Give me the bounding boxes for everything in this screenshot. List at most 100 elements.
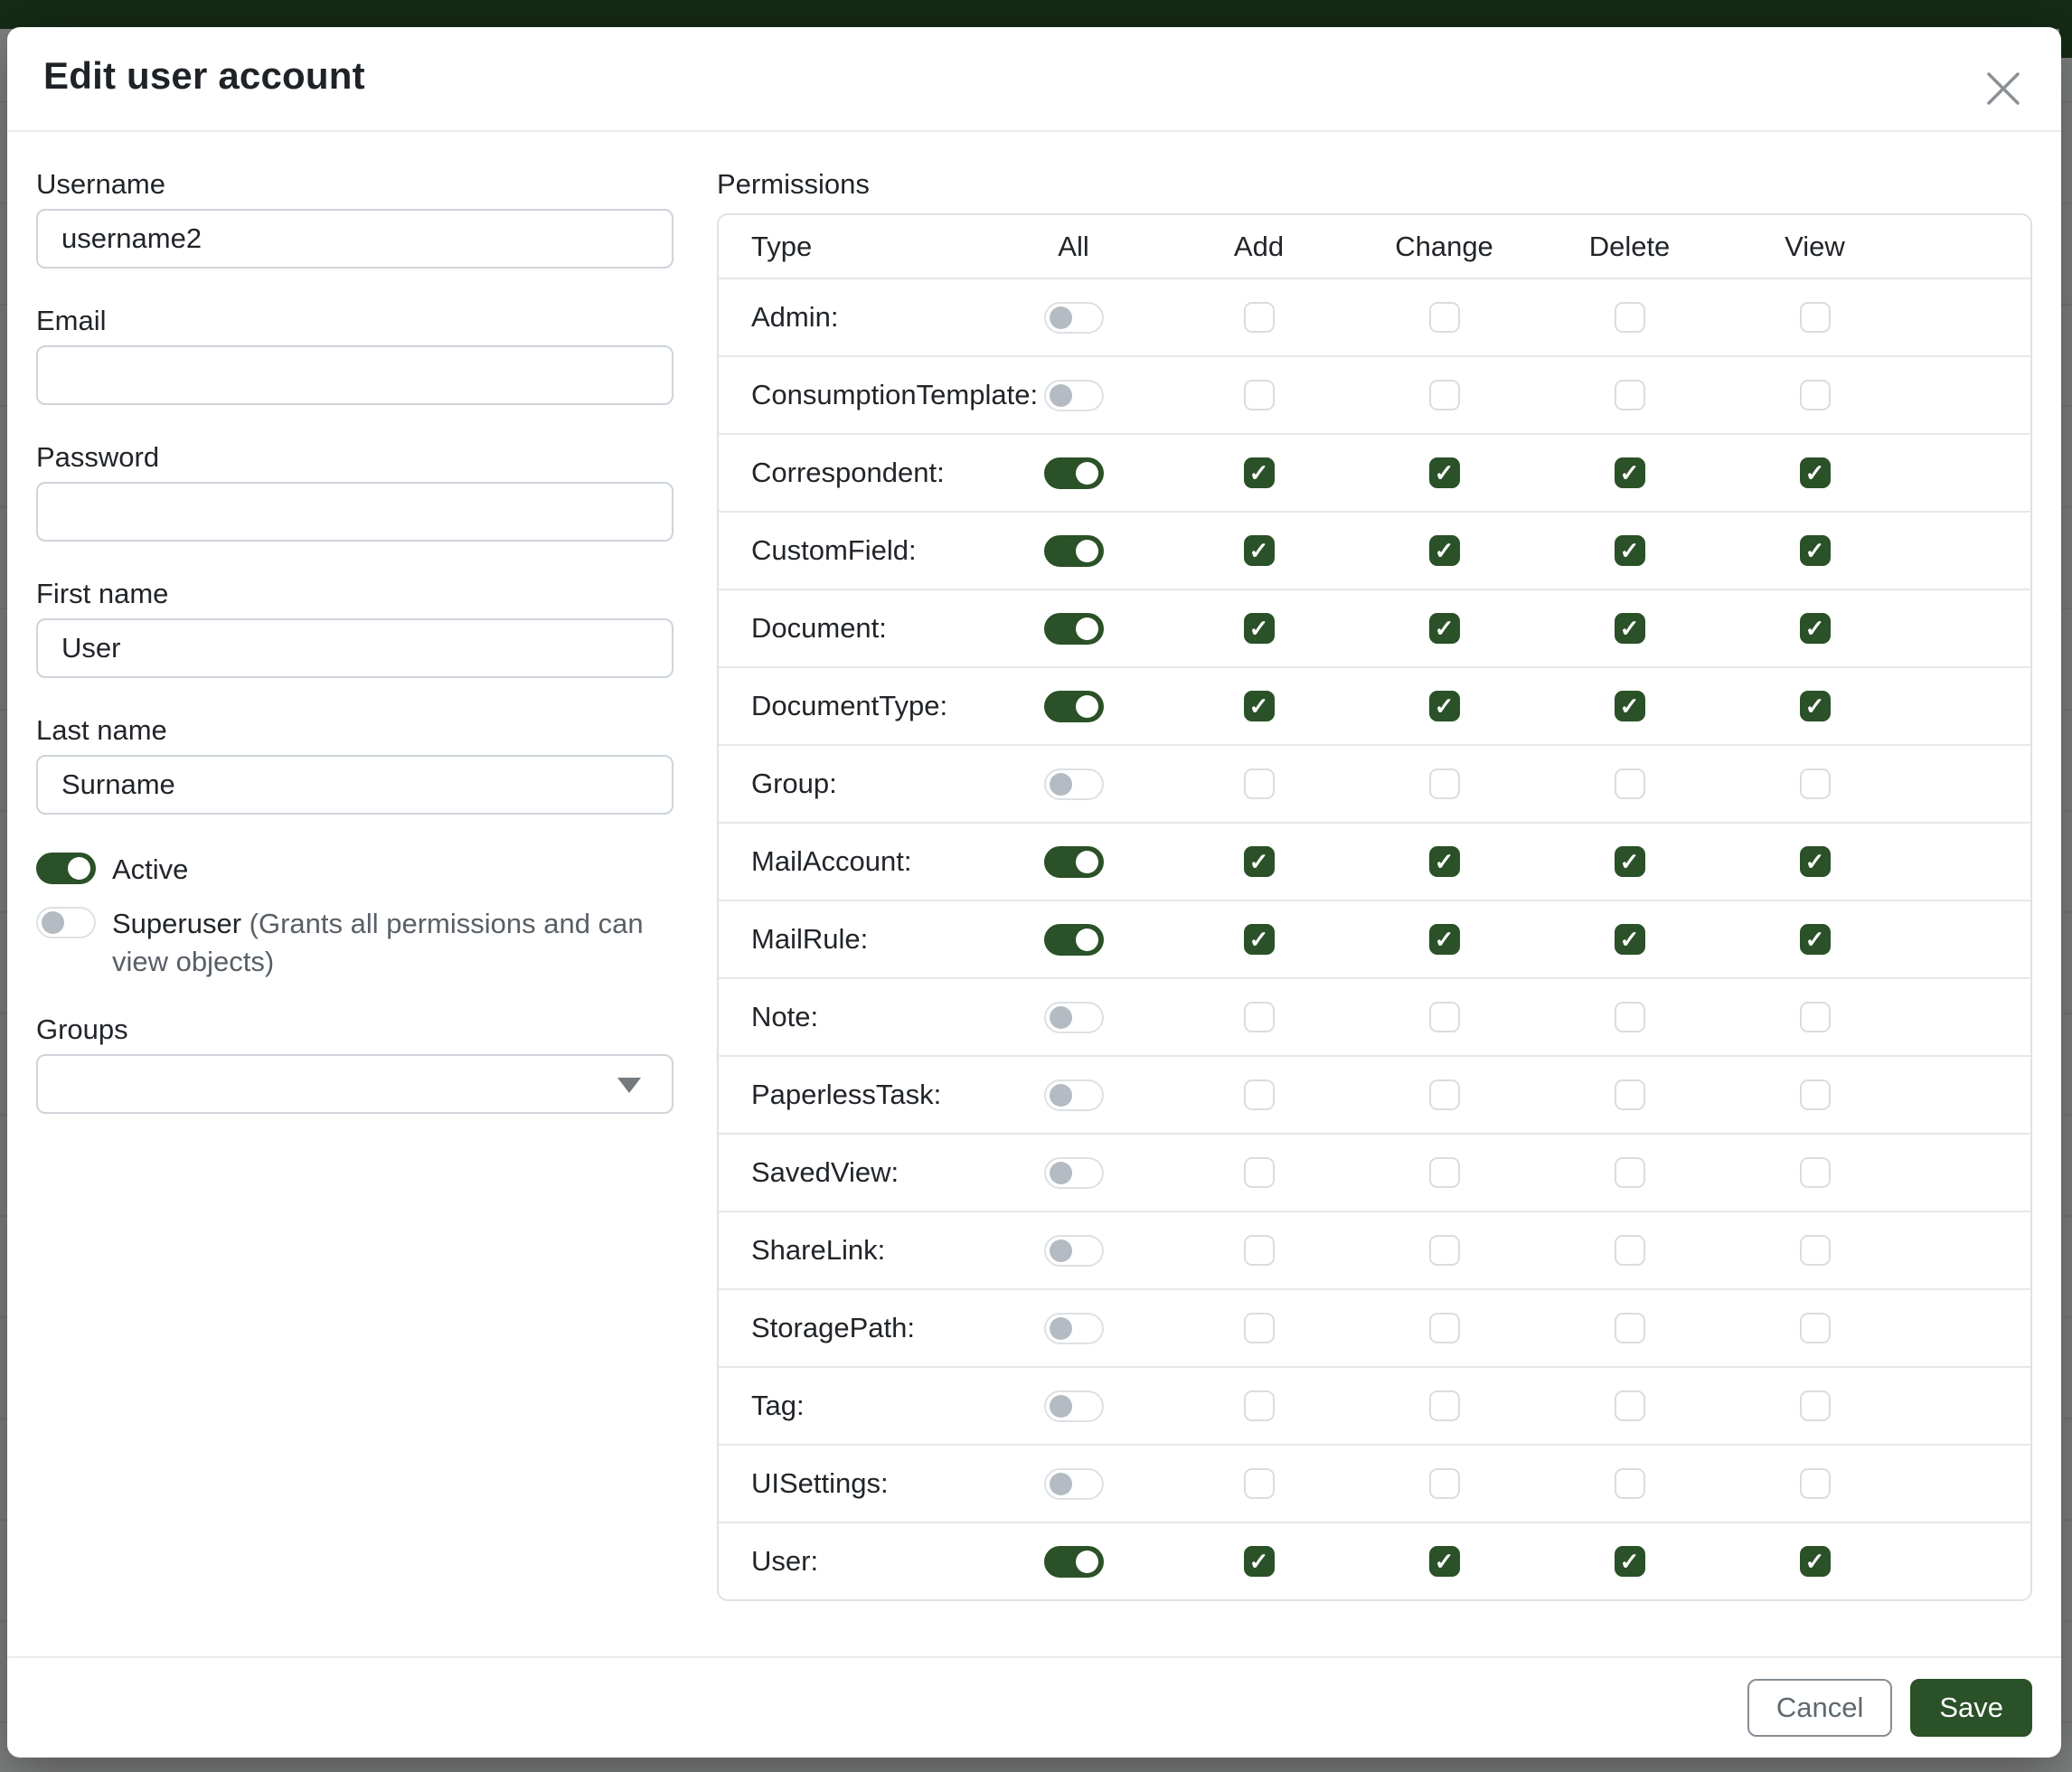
permission-delete-checkbox[interactable] [1615,1157,1645,1188]
permission-view-checkbox[interactable] [1800,1546,1831,1577]
permission-view-checkbox[interactable] [1800,302,1831,333]
close-button[interactable] [1982,67,2025,110]
permission-delete-checkbox[interactable] [1615,1079,1645,1110]
permission-view-checkbox[interactable] [1800,613,1831,644]
permission-delete-checkbox[interactable] [1615,768,1645,799]
last-name-field[interactable] [36,755,673,815]
username-input[interactable] [36,209,673,269]
superuser-toggle[interactable] [36,907,96,938]
permission-change-checkbox[interactable] [1429,1468,1460,1499]
permission-add-checkbox[interactable] [1244,1235,1275,1266]
permission-add-checkbox[interactable] [1244,768,1275,799]
permissions-rows: Admin:ConsumptionTemplate:Correspondent:… [719,278,2030,1599]
permission-delete-checkbox[interactable] [1615,535,1645,566]
permission-all-toggle[interactable] [1044,380,1104,411]
permission-delete-checkbox[interactable] [1615,302,1645,333]
permission-change-checkbox[interactable] [1429,302,1460,333]
permission-add-checkbox[interactable] [1244,924,1275,955]
permission-delete-checkbox[interactable] [1615,1235,1645,1266]
permission-all-toggle[interactable] [1044,1313,1104,1344]
permission-change-checkbox[interactable] [1429,768,1460,799]
permission-add-checkbox[interactable] [1244,380,1275,410]
cancel-button[interactable]: Cancel [1747,1679,1893,1737]
permission-change-checkbox[interactable] [1429,1079,1460,1110]
permission-delete-checkbox[interactable] [1615,924,1645,955]
permission-all-toggle[interactable] [1044,457,1104,489]
permission-all-toggle[interactable] [1044,1157,1104,1189]
permission-change-checkbox[interactable] [1429,1546,1460,1577]
permission-view-checkbox[interactable] [1800,1390,1831,1421]
permission-add-checkbox[interactable] [1244,1002,1275,1032]
password-field[interactable] [36,482,673,542]
permission-delete-checkbox[interactable] [1615,1002,1645,1032]
permission-change-checkbox[interactable] [1429,691,1460,721]
permission-delete-checkbox[interactable] [1615,1390,1645,1421]
permission-change-checkbox[interactable] [1429,1002,1460,1032]
active-toggle[interactable] [36,853,96,884]
permission-add-checkbox[interactable] [1244,846,1275,877]
permission-add-checkbox[interactable] [1244,1079,1275,1110]
permission-view-checkbox[interactable] [1800,1002,1831,1032]
permission-delete-checkbox[interactable] [1615,457,1645,488]
permission-add-checkbox[interactable] [1244,535,1275,566]
permission-delete-checkbox[interactable] [1615,846,1645,877]
permission-all-toggle[interactable] [1044,613,1104,645]
permission-all-toggle[interactable] [1044,1468,1104,1500]
permission-view-checkbox[interactable] [1800,457,1831,488]
permission-delete-checkbox[interactable] [1615,1313,1645,1343]
permission-delete-checkbox[interactable] [1615,1546,1645,1577]
permission-change-checkbox[interactable] [1429,457,1460,488]
groups-select[interactable] [36,1054,673,1114]
permission-view-checkbox[interactable] [1800,1235,1831,1266]
permission-view-checkbox[interactable] [1800,691,1831,721]
permission-change-checkbox[interactable] [1429,535,1460,566]
permission-change-checkbox[interactable] [1429,613,1460,644]
permission-add-checkbox[interactable] [1244,1313,1275,1343]
permission-all-toggle[interactable] [1044,768,1104,800]
permission-delete-checkbox[interactable] [1615,691,1645,721]
permission-all-toggle[interactable] [1044,1235,1104,1267]
permission-add-checkbox[interactable] [1244,613,1275,644]
permission-type-label: Correspondent: [719,457,981,489]
permission-all-toggle[interactable] [1044,1002,1104,1033]
permission-delete-checkbox[interactable] [1615,380,1645,410]
permission-type-label: Group: [719,768,981,800]
permission-all-toggle[interactable] [1044,924,1104,956]
permission-add-checkbox[interactable] [1244,691,1275,721]
permission-add-checkbox[interactable] [1244,1546,1275,1577]
permission-change-checkbox[interactable] [1429,380,1460,410]
permission-change-checkbox[interactable] [1429,1313,1460,1343]
permission-all-toggle[interactable] [1044,302,1104,334]
permission-view-checkbox[interactable] [1800,846,1831,877]
permission-delete-checkbox[interactable] [1615,1468,1645,1499]
permission-view-checkbox[interactable] [1800,768,1831,799]
permission-all-toggle[interactable] [1044,1079,1104,1111]
permission-view-checkbox[interactable] [1800,1468,1831,1499]
permission-all-toggle[interactable] [1044,1546,1104,1578]
permission-view-checkbox[interactable] [1800,1079,1831,1110]
permission-change-checkbox[interactable] [1429,1390,1460,1421]
last-name-group: Last name [36,714,673,815]
permission-all-toggle[interactable] [1044,846,1104,878]
permission-all-toggle[interactable] [1044,691,1104,722]
permission-add-checkbox[interactable] [1244,457,1275,488]
permission-add-checkbox[interactable] [1244,1157,1275,1188]
permission-add-checkbox[interactable] [1244,302,1275,333]
permission-view-checkbox[interactable] [1800,1157,1831,1188]
permission-view-checkbox[interactable] [1800,535,1831,566]
permission-view-checkbox[interactable] [1800,924,1831,955]
permission-change-checkbox[interactable] [1429,924,1460,955]
permission-change-checkbox[interactable] [1429,846,1460,877]
permission-delete-checkbox[interactable] [1615,613,1645,644]
email-field[interactable] [36,345,673,405]
first-name-field[interactable] [36,618,673,678]
permission-view-checkbox[interactable] [1800,1313,1831,1343]
permission-all-toggle[interactable] [1044,535,1104,567]
permission-view-checkbox[interactable] [1800,380,1831,410]
permission-change-checkbox[interactable] [1429,1235,1460,1266]
permission-add-checkbox[interactable] [1244,1390,1275,1421]
save-button[interactable]: Save [1910,1679,2032,1737]
permission-all-toggle[interactable] [1044,1390,1104,1422]
permission-add-checkbox[interactable] [1244,1468,1275,1499]
permission-change-checkbox[interactable] [1429,1157,1460,1188]
